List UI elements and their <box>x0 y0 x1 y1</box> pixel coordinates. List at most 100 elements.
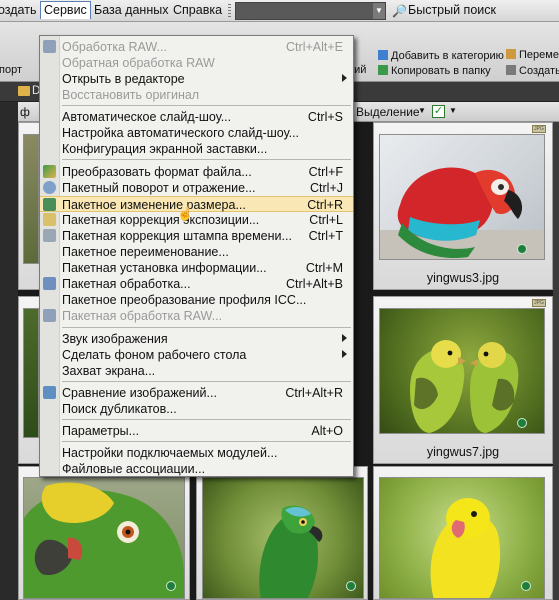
menu-item-batch-rotate[interactable]: Пакетный поворот и отражение... Ctrl+J <box>40 180 353 196</box>
jpg-badge-icon: JPG <box>532 125 546 133</box>
create-button[interactable]: Создать <box>506 65 559 77</box>
menu-item-screensaver-config[interactable]: Конфигурация экранной заставки... <box>40 141 353 157</box>
menu-item-plugin-settings[interactable]: Настройки подключаемых модулей... <box>40 445 353 461</box>
menu-item-label: Сделать фоном рабочего стола <box>62 348 247 362</box>
thumbnail-cell[interactable] <box>373 466 553 600</box>
menu-item-open-in-editor[interactable]: Открыть в редакторе <box>40 71 353 87</box>
menu-item-screen-capture[interactable]: Захват экрана... <box>40 363 353 379</box>
menu-item-find-duplicates[interactable]: Поиск дубликатов... <box>40 401 353 417</box>
quick-search-icon[interactable]: 🔎 <box>392 4 407 18</box>
menu-item-shortcut: Alt+O <box>311 424 343 438</box>
menu-item-batch-resize[interactable]: Пакетное изменение размера... Ctrl+R <box>40 196 353 212</box>
menu-item-label: Обратная обработка RAW <box>62 56 215 70</box>
submenu-arrow-icon <box>342 74 347 82</box>
folder-icon <box>18 86 30 96</box>
thumbnail-image-green-parrot <box>202 477 364 599</box>
menu-separator <box>62 381 351 382</box>
menu-item-label: Файловые ассоциации... <box>62 462 206 476</box>
menu-item-batch-icc[interactable]: Пакетное преобразование профиля ICC... <box>40 292 353 308</box>
menu-item-raw-processing[interactable]: Обработка RAW... Ctrl+Alt+E <box>40 39 353 55</box>
menu-item-batch-processing[interactable]: Пакетная обработка... Ctrl+Alt+B <box>40 276 353 292</box>
menu-item-label: Захват экрана... <box>62 364 156 378</box>
status-dot-icon <box>517 244 527 254</box>
thumbnail-cell[interactable] <box>18 122 40 290</box>
menu-item-batch-timestamp[interactable]: Пакетная коррекция штампа времени... Ctr… <box>40 228 353 244</box>
raw-icon <box>43 309 56 322</box>
search-input[interactable]: ▼ <box>235 2 386 20</box>
menu-item-batch-exposure[interactable]: Пакетная коррекция экспозиции... Ctrl+L <box>40 212 353 228</box>
green-parrot-icon <box>259 505 323 598</box>
checkbox-icon[interactable]: ✓ <box>432 105 445 118</box>
menu-item-shortcut: Ctrl+T <box>308 229 343 243</box>
thumbnail-filename: yingwus3.jpg <box>426 271 500 285</box>
selection-chevron-icon[interactable]: ▼ <box>418 106 426 115</box>
move-button[interactable]: Перемест <box>506 49 559 61</box>
thumbnail-image-budgerigars <box>379 308 545 434</box>
checkbox-chevron-icon[interactable]: ▼ <box>449 106 457 115</box>
thumbnail-cell[interactable] <box>196 466 368 600</box>
menu-item-image-sound[interactable]: Звук изображения <box>40 331 353 347</box>
chevron-down-icon[interactable]: ▼ <box>373 3 385 19</box>
menu-item-shortcut: Ctrl+S <box>307 110 343 124</box>
menu-item-shortcut: Ctrl+R <box>307 198 343 212</box>
menu-item-label: Настройки подключаемых модулей... <box>62 446 278 460</box>
service-dropdown-menu: Обработка RAW... Ctrl+Alt+E Обратная обр… <box>39 35 354 477</box>
menu-item-label: Настройка автоматического слайд-шоу... <box>62 126 300 140</box>
menu-item-label: Обработка RAW... <box>62 40 167 54</box>
menu-item-service[interactable]: Сервис <box>40 1 91 19</box>
menu-item-convert-format[interactable]: Преобразовать формат файла... Ctrl+F <box>40 164 353 180</box>
copy-to-folder-button[interactable]: Копировать в папку <box>378 65 491 77</box>
folder-copy-icon <box>378 65 388 75</box>
menu-item-compare-images[interactable]: Сравнение изображений... Ctrl+Alt+R <box>40 385 353 401</box>
menu-item-set-wallpaper[interactable]: Сделать фоном рабочего стола <box>40 347 353 363</box>
menu-item-label: Автоматическое слайд-шоу... <box>62 110 232 124</box>
thumbnail-cell[interactable]: JPG yingwus3.jpg <box>373 122 553 290</box>
menu-item-batch-rename[interactable]: Пакетное переименование... <box>40 244 353 260</box>
menu-item-batch-raw[interactable]: Пакетная обработка RAW... <box>40 308 353 324</box>
menu-item-shortcut: Ctrl+M <box>305 261 343 275</box>
menu-item-create-partial[interactable]: оздать <box>0 3 36 17</box>
menu-item-shortcut: Ctrl+J <box>310 181 343 195</box>
status-dot-icon <box>517 418 527 428</box>
submenu-arrow-icon <box>342 334 347 342</box>
toolbar-grip[interactable] <box>228 4 231 18</box>
menu-item-auto-slideshow[interactable]: Автоматическое слайд-шоу... Ctrl+S <box>40 109 353 125</box>
status-dot-icon <box>346 581 356 591</box>
thumbnail-cell[interactable] <box>18 466 190 600</box>
menu-item-batch-info[interactable]: Пакетная установка информации... Ctrl+M <box>40 260 353 276</box>
compare-icon <box>43 386 56 399</box>
menu-item-shortcut: Ctrl+Alt+R <box>285 386 343 400</box>
menu-item-file-associations[interactable]: Файловые ассоциации... <box>40 461 353 477</box>
menu-separator <box>62 159 351 160</box>
import-button-label[interactable]: порт <box>0 64 22 76</box>
raw-icon <box>43 40 56 53</box>
thumbnail-image-yellow-parakeet <box>379 477 545 599</box>
menu-item-reverse-raw[interactable]: Обратная обработка RAW <box>40 55 353 71</box>
menu-item-label: Сравнение изображений... <box>62 386 217 400</box>
status-dot-icon <box>166 581 176 591</box>
quick-search-button[interactable]: Быстрый поиск <box>408 3 496 17</box>
menu-item-label: Пакетная коррекция экспозиции... <box>62 213 260 227</box>
create-icon <box>506 65 516 75</box>
menu-item-help[interactable]: Справка <box>173 3 222 17</box>
thumbnail-filename: yingwus7.jpg <box>426 445 500 459</box>
menu-item-shortcut: Ctrl+Alt+B <box>286 277 343 291</box>
menu-item-label: Пакетное изменение размера... <box>62 198 246 212</box>
thumbnail-cell[interactable] <box>18 296 40 464</box>
rotate-icon <box>43 181 56 194</box>
add-to-category-button[interactable]: Добавить в категорию ▾ <box>378 49 513 62</box>
resize-icon <box>43 198 56 211</box>
menu-item-slideshow-settings[interactable]: Настройка автоматического слайд-шоу... <box>40 125 353 141</box>
filter-button[interactable]: ф <box>20 105 30 119</box>
menu-item-database[interactable]: База данных <box>94 3 168 17</box>
menu-item-restore-original[interactable]: Восстановить оригинал <box>40 87 353 103</box>
thumbnail-image <box>23 308 39 438</box>
selection-dropdown[interactable]: Выделение <box>356 105 420 119</box>
copy-to-folder-label: Копировать в папку <box>391 65 491 77</box>
thumbnail-cell[interactable]: JPG yingwus7.jpg <box>373 296 553 464</box>
menu-separator <box>62 441 351 442</box>
menu-item-label: Звук изображения <box>62 332 168 346</box>
menu-item-parameters[interactable]: Параметры... Alt+O <box>40 423 353 439</box>
menu-item-label: Пакетная установка информации... <box>62 261 267 275</box>
vertical-scrollbar[interactable] <box>553 122 559 600</box>
